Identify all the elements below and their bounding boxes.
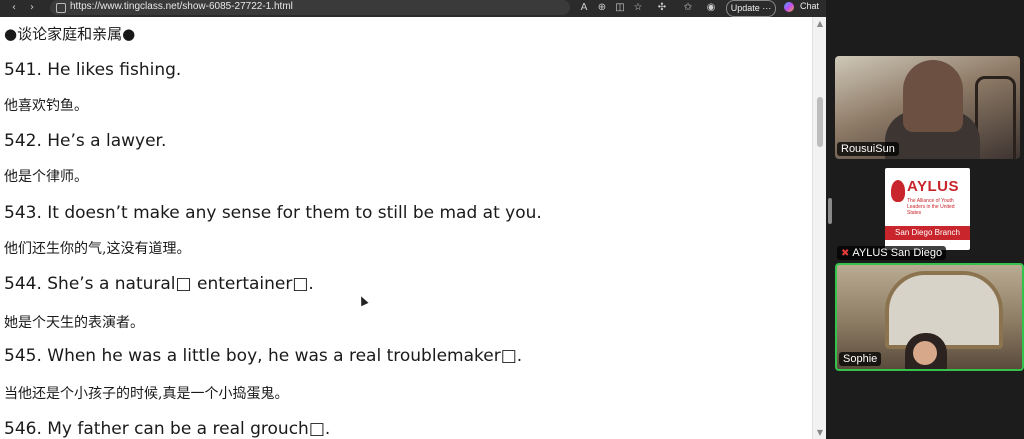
participant-name: Sophie xyxy=(839,352,882,366)
lock-icon xyxy=(56,3,66,13)
update-button[interactable]: Update ··· xyxy=(726,0,776,17)
video-tile-aylus[interactable]: AYLUS The Alliance of Youth Leaders in t… xyxy=(835,160,1020,263)
mirror-shape xyxy=(885,271,1003,349)
address-bar[interactable]: https://www.tingclass.net/show-6085-2772… xyxy=(50,0,570,15)
update-label: Update xyxy=(730,3,760,13)
sentence-en: 545. When he was a little boy, he was a … xyxy=(4,346,523,366)
scrollbar-thumb[interactable] xyxy=(817,97,823,147)
video-gallery-panel: RousuiSun AYLUS The Alliance of Youth Le… xyxy=(826,0,1024,439)
read-aloud-icon[interactable]: A xyxy=(578,2,590,14)
muted-mic-icon: ✖ xyxy=(841,248,850,259)
aylus-logo: AYLUS The Alliance of Youth Leaders in t… xyxy=(885,168,970,250)
profile-icon[interactable]: ◉ xyxy=(705,2,717,14)
chat-label[interactable]: Chat xyxy=(800,1,819,11)
logo-subtitle: The Alliance of Youth Leaders in the Uni… xyxy=(907,198,955,216)
back-arrow-icon[interactable]: ‹ xyxy=(8,2,20,14)
flame-icon xyxy=(891,180,905,202)
participant-name: RousuiSun xyxy=(837,142,899,156)
video-tile-sophie[interactable]: Sophie xyxy=(835,263,1024,371)
sentence-zh: 她是个天生的表演者。 xyxy=(4,315,144,331)
person-face xyxy=(913,341,937,365)
logo-title: AYLUS xyxy=(907,178,959,195)
sentence-en: 546. My father can be a real grouch□. xyxy=(4,419,331,439)
zoom-icon[interactable]: ⊕ xyxy=(596,2,608,14)
person-head xyxy=(903,60,963,132)
favorites-icon[interactable]: ✩ xyxy=(682,2,694,14)
sentence-en: 542. He’s a lawyer. xyxy=(4,131,167,151)
section-heading: ●谈论家庭和亲属● xyxy=(4,25,136,43)
sentence-zh: 当他还是个小孩子的时候,真是一个小捣蛋鬼。 xyxy=(4,386,289,402)
extensions-icon[interactable]: ✣ xyxy=(656,2,668,14)
video-tile-rousuisun[interactable]: RousuiSun xyxy=(835,56,1020,159)
scroll-up-icon[interactable]: ▲ xyxy=(816,19,824,28)
chair-shape xyxy=(975,76,1016,159)
url-text: https://www.tingclass.net/show-6085-2772… xyxy=(70,1,293,12)
web-page: ●谈论家庭和亲属● 541. He likes fishing. 他喜欢钓鱼。 … xyxy=(0,17,812,439)
sentence-zh: 他们还生你的气,这没有道理。 xyxy=(4,241,191,257)
app-icon[interactable]: ◫ xyxy=(614,2,626,14)
sentence-en: 541. He likes fishing. xyxy=(4,60,182,80)
copilot-icon[interactable] xyxy=(784,2,794,12)
logo-band: San Diego Branch xyxy=(885,226,970,240)
participant-name: AYLUS San Diego xyxy=(852,247,943,259)
page-scrollbar[interactable]: ▲ ▼ xyxy=(812,17,826,439)
sentence-en: 544. She’s a natural□ entertainer□. xyxy=(4,274,314,294)
browser-window: ‹ › https://www.tingclass.net/show-6085-… xyxy=(0,0,826,439)
forward-arrow-icon[interactable]: › xyxy=(26,2,38,14)
scroll-down-icon[interactable]: ▼ xyxy=(816,428,824,437)
sentence-zh: 他喜欢钓鱼。 xyxy=(4,98,88,114)
participant-name-row: ✖ AYLUS San Diego xyxy=(837,246,947,260)
favorite-star-icon[interactable]: ☆ xyxy=(632,2,644,14)
sentence-zh: 他是个律师。 xyxy=(4,169,88,185)
panel-resize-handle[interactable] xyxy=(828,198,832,224)
browser-toolbar: ‹ › https://www.tingclass.net/show-6085-… xyxy=(0,0,826,17)
sentence-en: 543. It doesn’t make any sense for them … xyxy=(4,203,542,223)
